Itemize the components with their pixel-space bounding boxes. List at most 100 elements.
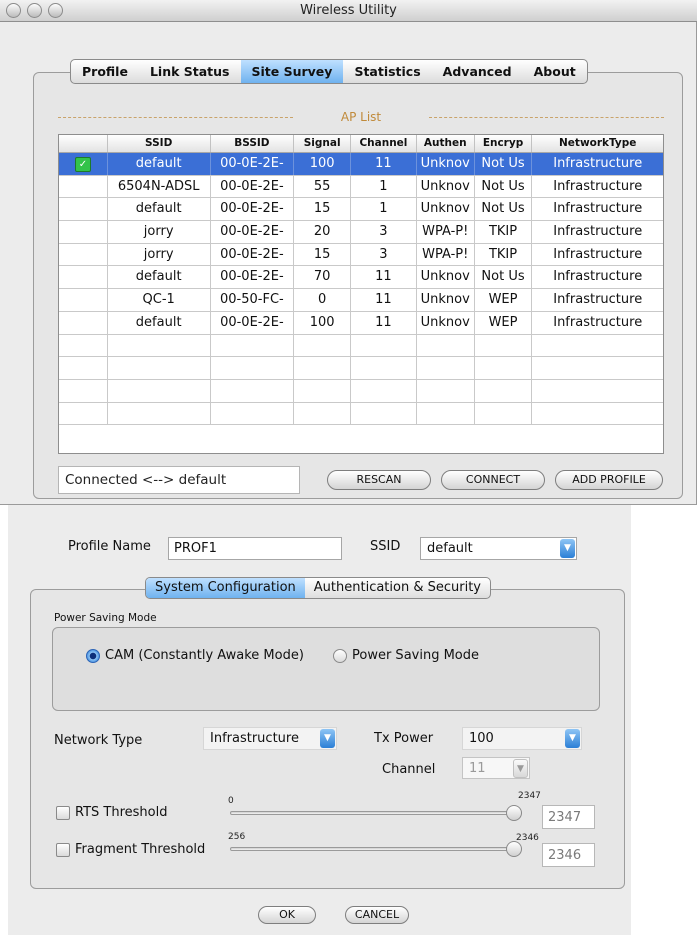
cancel-button[interactable]: CANCEL xyxy=(345,906,409,924)
dropdown-arrow-icon: ▼ xyxy=(513,759,528,778)
tab-advanced[interactable]: Advanced xyxy=(432,60,523,83)
network-type-value: Infrastructure xyxy=(210,731,299,746)
empty-table-row xyxy=(59,334,663,358)
profile-name-input[interactable]: PROF1 xyxy=(168,537,342,560)
empty-cell xyxy=(417,379,475,402)
table-row[interactable]: jorry 00-0E-2E- 20 3 WPA-P! TKIP Infrastructur… xyxy=(59,221,663,244)
table-row[interactable]: ✓ default 00-0E-2E- 100 11 Unknov Not Us Infras… xyxy=(59,153,663,176)
connect-button[interactable]: CONNECT xyxy=(441,470,545,490)
tab-profile[interactable]: Profile xyxy=(71,60,139,83)
table-row[interactable]: jorry 00-0E-2E- 15 3 WPA-P! TKIP Infrastructur… xyxy=(59,243,663,267)
cell-encryp: Not Us xyxy=(475,153,533,175)
column-header-authen[interactable]: Authen xyxy=(417,135,475,152)
column-header-signal[interactable]: Signal xyxy=(294,135,352,152)
sub-tab-bar: System Configuration Authentication & Se… xyxy=(145,577,491,599)
fragment-value-field[interactable]: 2346 xyxy=(542,843,595,867)
connection-status-field: Connected <--> default xyxy=(58,466,300,494)
column-header-encryp[interactable]: Encryp xyxy=(475,135,533,152)
cell-channel: 11 xyxy=(351,289,417,311)
row-status-cell xyxy=(59,198,108,221)
empty-cell xyxy=(417,334,475,357)
rts-threshold-checkbox[interactable] xyxy=(56,806,70,820)
power-saving-group-label: Power Saving Mode xyxy=(54,612,157,624)
table-row[interactable]: QC-1 00-50-FC- 0 11 Unknov WEP Infrastructure xyxy=(59,289,663,312)
cell-ssid: default xyxy=(108,153,211,175)
empty-cell xyxy=(211,334,295,357)
main-tab-bar: Profile Link Status Site Survey Statisti… xyxy=(70,59,588,84)
row-status-cell xyxy=(59,243,108,266)
fragment-threshold-label[interactable]: Fragment Threshold xyxy=(75,842,205,857)
fragment-threshold-checkbox[interactable] xyxy=(56,843,70,857)
cell-encryp: TKIP xyxy=(475,221,533,243)
cam-mode-radio[interactable] xyxy=(86,649,100,663)
tab-authentication-security[interactable]: Authentication & Security xyxy=(305,578,490,598)
tx-power-label: Tx Power xyxy=(374,731,434,746)
rts-slider-track[interactable] xyxy=(230,811,522,815)
cell-network-type: Infrastructure xyxy=(553,269,643,285)
empty-cell xyxy=(532,357,663,379)
tab-site-survey[interactable]: Site Survey xyxy=(240,60,344,83)
empty-table-row xyxy=(59,357,663,380)
table-row[interactable]: 6504N-ADSL 00-0E-2E- 55 1 Unknov Not Us Infras… xyxy=(59,175,663,199)
rts-max-label: 2347 xyxy=(518,791,541,801)
column-header-icon[interactable] xyxy=(59,135,108,152)
fragment-slider-thumb[interactable] xyxy=(506,841,522,857)
empty-cell xyxy=(532,403,663,425)
rts-slider-thumb[interactable] xyxy=(506,805,522,821)
column-header-bssid[interactable]: BSSID xyxy=(211,135,295,152)
empty-cell xyxy=(108,379,211,402)
power-saving-mode-radio[interactable] xyxy=(333,649,347,663)
rts-value-field[interactable]: 2347 xyxy=(542,805,595,829)
power-saving-mode-label[interactable]: Power Saving Mode xyxy=(352,648,479,663)
tx-power-value: 100 xyxy=(469,731,494,746)
column-header-network-type[interactable]: NetworkType xyxy=(532,135,663,152)
ap-list-title: AP List xyxy=(58,110,664,126)
empty-cell xyxy=(294,357,352,379)
cell-channel: 1 xyxy=(351,198,417,221)
empty-cell xyxy=(294,402,352,425)
cell-signal: 100 xyxy=(294,153,352,175)
cell-network-type: Infrastructure xyxy=(553,224,643,240)
table-row[interactable]: default 00-0E-2E- 15 1 Unknov Not Us Infrastru… xyxy=(59,198,663,222)
cell-authen: Unknov xyxy=(417,153,475,175)
empty-cell xyxy=(211,379,295,402)
tab-statistics[interactable]: Statistics xyxy=(343,60,431,83)
channel-select[interactable]: 11 ▼ xyxy=(462,757,530,779)
tab-link-status[interactable]: Link Status xyxy=(139,60,241,83)
cell-signal: 0 xyxy=(294,289,352,311)
rescan-button[interactable]: RESCAN xyxy=(327,470,431,490)
empty-cell xyxy=(475,334,533,357)
ssid-label: SSID xyxy=(370,539,401,554)
cell-ssid: QC-1 xyxy=(108,289,211,311)
dropdown-arrow-icon: ▼ xyxy=(320,729,335,748)
column-header-ssid[interactable]: SSID xyxy=(108,135,211,152)
cell-bssid: 00-0E-2E- xyxy=(211,175,295,198)
empty-cell xyxy=(351,379,417,402)
ssid-select[interactable]: default ▼ xyxy=(420,537,577,560)
column-header-channel[interactable]: Channel xyxy=(351,135,417,152)
cell-ssid: default xyxy=(108,198,211,221)
fragment-max-label: 2346 xyxy=(516,833,539,843)
tx-power-select[interactable]: 100 ▼ xyxy=(462,727,582,750)
wireless-utility-window: Wireless Utility Profile Link Status Sit… xyxy=(0,0,697,505)
tab-system-configuration[interactable]: System Configuration xyxy=(146,578,305,598)
cell-ssid: jorry xyxy=(108,243,211,266)
fragment-slider-track[interactable] xyxy=(230,847,522,851)
cell-bssid: 00-0E-2E- xyxy=(211,153,295,175)
rts-min-label: 0 xyxy=(228,796,234,806)
table-row[interactable]: default 00-0E-2E- 100 11 Unknov WEP Infrastruc… xyxy=(59,311,663,335)
table-row[interactable]: default 00-0E-2E- 70 11 Unknov Not Us Infrastr… xyxy=(59,266,663,290)
ok-button[interactable]: OK xyxy=(258,906,316,924)
cell-network-type: Infrastructure xyxy=(553,178,643,194)
network-type-select[interactable]: Infrastructure ▼ xyxy=(203,727,337,750)
cam-mode-label[interactable]: CAM (Constantly Awake Mode) xyxy=(105,648,304,663)
empty-cell xyxy=(59,402,108,425)
rts-threshold-label[interactable]: RTS Threshold xyxy=(75,805,167,820)
empty-cell xyxy=(59,379,108,402)
ap-list-table[interactable]: SSID BSSID Signal Channel Authen Encryp … xyxy=(58,134,664,454)
empty-cell xyxy=(59,334,108,357)
tab-about[interactable]: About xyxy=(523,60,587,83)
add-profile-button[interactable]: ADD PROFILE xyxy=(555,470,663,490)
cell-signal: 15 xyxy=(294,243,352,266)
cell-bssid: 00-0E-2E- xyxy=(211,243,295,266)
